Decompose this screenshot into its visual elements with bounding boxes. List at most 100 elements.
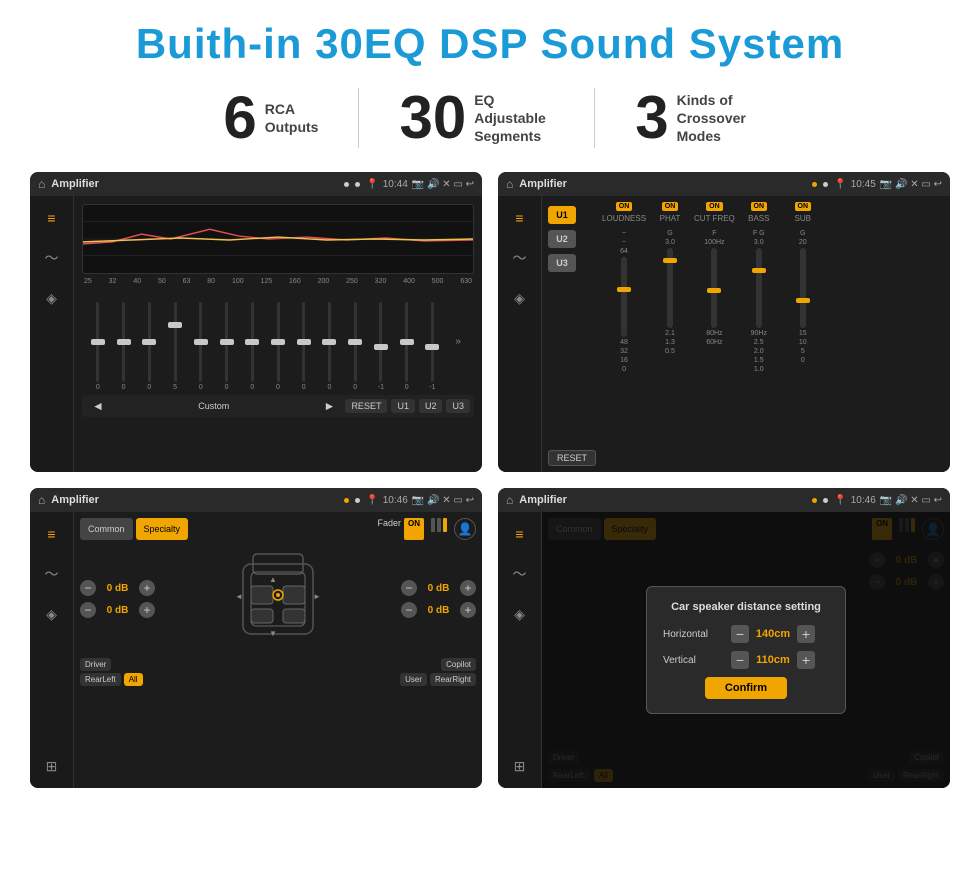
sidebar-eq-icon[interactable]: ≡ bbox=[38, 204, 66, 232]
sidebar-vol-icon-4[interactable]: ◈ bbox=[506, 600, 534, 628]
horizontal-value-row: − 140cm + bbox=[731, 625, 815, 643]
eq-slider-0[interactable]: 0 bbox=[86, 302, 110, 391]
eq-slider-4[interactable]: 0 bbox=[189, 302, 213, 391]
screen-amp: ⌂ Amplifier 📍 10:45 📷 🔊 ✕ ▭ ↩ ≡ 〜 ◈ bbox=[498, 172, 950, 472]
eq-thumb-11 bbox=[374, 344, 388, 350]
eq-u3-btn[interactable]: U3 bbox=[446, 399, 470, 413]
sidebar-eq-icon-4[interactable]: ≡ bbox=[506, 520, 534, 548]
sidebar-eq-icon-2[interactable]: ≡ bbox=[506, 204, 534, 232]
horizontal-minus[interactable]: − bbox=[731, 625, 749, 643]
vol-minus-3-2[interactable]: − bbox=[401, 580, 417, 596]
loudness-on: ON bbox=[616, 202, 633, 211]
eq-slider-8[interactable]: 0 bbox=[292, 302, 316, 391]
eq-slider-11[interactable]: -1 bbox=[369, 302, 393, 391]
preset-u2[interactable]: U2 bbox=[548, 230, 576, 248]
stat-number-crossover: 3 bbox=[635, 88, 668, 148]
eq-main: 25 32 40 50 63 80 100 125 160 200 250 32… bbox=[74, 196, 482, 472]
left-volumes-3: − 0 dB + − 0 dB + bbox=[80, 544, 155, 654]
spk-driver-3[interactable]: Driver bbox=[80, 658, 111, 671]
eq-u1-btn[interactable]: U1 bbox=[391, 399, 415, 413]
speaker-buttons-row2-3: RearLeft All User RearRight bbox=[80, 673, 476, 686]
sidebar-vol-icon-3[interactable]: ◈ bbox=[38, 600, 66, 628]
stat-number-rca: 6 bbox=[223, 88, 256, 148]
tab-specialty-3[interactable]: Specialty bbox=[136, 518, 189, 540]
svg-text:◄: ◄ bbox=[235, 592, 243, 601]
app-name-2: Amplifier bbox=[519, 178, 806, 190]
vertical-plus[interactable]: + bbox=[797, 651, 815, 669]
phat-controls: G 3.0 2.1 1.3 0.5 bbox=[665, 230, 675, 355]
eq-thumb-8 bbox=[297, 339, 311, 345]
spk-copilot-3[interactable]: Copilot bbox=[441, 658, 476, 671]
eq-u2-btn[interactable]: U2 bbox=[419, 399, 443, 413]
spk-all-3[interactable]: All bbox=[124, 673, 143, 686]
horizontal-label: Horizontal bbox=[663, 629, 723, 640]
eq-thumb-3 bbox=[168, 322, 182, 328]
eq-thumb-7 bbox=[271, 339, 285, 345]
status-dot-3a bbox=[344, 498, 349, 503]
tab-common-3[interactable]: Common bbox=[80, 518, 133, 540]
sidebar-wave-icon-3[interactable]: 〜 bbox=[38, 560, 66, 588]
vol-val-3-1: 0 dB bbox=[100, 605, 135, 616]
screen-distance: ⌂ Amplifier 📍 10:46 📷 🔊 ✕ ▭ ↩ ≡ 〜 ◈ ⊞ bbox=[498, 488, 950, 788]
vertical-value: 110cm bbox=[753, 654, 793, 666]
channel-cutfreq: ON CUT FREQ F 100Hz 80Hz 60Hz bbox=[694, 202, 735, 466]
screen-2-sidebar: ≡ 〜 ◈ bbox=[498, 196, 542, 472]
vol-minus-3-0[interactable]: − bbox=[80, 580, 96, 596]
vol-plus-3-1[interactable]: + bbox=[139, 602, 155, 618]
home-icon-4: ⌂ bbox=[506, 493, 513, 507]
status-bar-2: ⌂ Amplifier 📍 10:45 📷 🔊 ✕ ▭ ↩ bbox=[498, 172, 950, 196]
vol-row-3-0: − 0 dB + bbox=[80, 580, 155, 596]
distance-dialog: Car speaker distance setting Horizontal … bbox=[646, 586, 846, 714]
stats-row: 6 RCAOutputs 30 EQ AdjustableSegments 3 … bbox=[30, 88, 950, 148]
eq-slider-7[interactable]: 0 bbox=[266, 302, 290, 391]
confirm-button[interactable]: Confirm bbox=[705, 677, 787, 699]
dialog-overlay: Car speaker distance setting Horizontal … bbox=[542, 512, 950, 788]
screen-2-content: ≡ 〜 ◈ U1 U2 U3 RESET bbox=[498, 196, 950, 472]
home-icon-3: ⌂ bbox=[38, 493, 45, 507]
eq-thumb-10 bbox=[348, 339, 362, 345]
eq-reset-btn[interactable]: RESET bbox=[345, 399, 387, 413]
vertical-minus[interactable]: − bbox=[731, 651, 749, 669]
spk-rearright-3[interactable]: RearRight bbox=[430, 673, 476, 686]
spk-user-3[interactable]: User bbox=[400, 673, 427, 686]
eq-curve-svg bbox=[83, 205, 473, 273]
spk-rearleft-3[interactable]: RearLeft bbox=[80, 673, 121, 686]
stat-eq: 30 EQ AdjustableSegments bbox=[359, 88, 594, 148]
sidebar-wave-icon-4[interactable]: 〜 bbox=[506, 560, 534, 588]
eq-slider-6[interactable]: 0 bbox=[240, 302, 264, 391]
app-name-1: Amplifier bbox=[51, 178, 338, 190]
vol-minus-3-1[interactable]: − bbox=[80, 602, 96, 618]
sidebar-eq-icon-3[interactable]: ≡ bbox=[38, 520, 66, 548]
eq-slider-9[interactable]: 0 bbox=[318, 302, 342, 391]
eq-thumb-0 bbox=[91, 339, 105, 345]
time-1: 10:44 bbox=[383, 179, 408, 190]
eq-slider-10[interactable]: 0 bbox=[343, 302, 367, 391]
reset-btn-2[interactable]: RESET bbox=[548, 450, 596, 466]
preset-u1[interactable]: U1 bbox=[548, 206, 576, 224]
eq-slider-5[interactable]: 0 bbox=[215, 302, 239, 391]
sidebar-wave-icon-2[interactable]: 〜 bbox=[506, 244, 534, 272]
status-dot-4b bbox=[823, 498, 828, 503]
eq-slider-12[interactable]: 0 bbox=[395, 302, 419, 391]
freq-80: 80 bbox=[207, 278, 215, 285]
eq-slider-13[interactable]: -1 bbox=[421, 302, 445, 391]
horizontal-plus[interactable]: + bbox=[797, 625, 815, 643]
cutfreq-on: ON bbox=[706, 202, 723, 211]
home-icon-2: ⌂ bbox=[506, 177, 513, 191]
sidebar-wave-icon[interactable]: 〜 bbox=[38, 244, 66, 272]
sidebar-expand-icon-4[interactable]: ⊞ bbox=[506, 752, 534, 780]
eq-prev-btn[interactable]: ◄ bbox=[86, 397, 110, 415]
eq-graph bbox=[82, 204, 474, 274]
vol-plus-3-2[interactable]: + bbox=[460, 580, 476, 596]
sidebar-volume-icon[interactable]: ◈ bbox=[38, 284, 66, 312]
eq-next-btn[interactable]: ► bbox=[318, 397, 342, 415]
eq-slider-3[interactable]: 5 bbox=[163, 302, 187, 391]
sidebar-expand-icon-3[interactable]: ⊞ bbox=[38, 752, 66, 780]
eq-slider-2[interactable]: 0 bbox=[137, 302, 161, 391]
eq-slider-1[interactable]: 0 bbox=[112, 302, 136, 391]
vol-plus-3-0[interactable]: + bbox=[139, 580, 155, 596]
sidebar-vol-icon-2[interactable]: ◈ bbox=[506, 284, 534, 312]
vol-minus-3-3[interactable]: − bbox=[401, 602, 417, 618]
vol-plus-3-3[interactable]: + bbox=[460, 602, 476, 618]
preset-u3[interactable]: U3 bbox=[548, 254, 576, 272]
